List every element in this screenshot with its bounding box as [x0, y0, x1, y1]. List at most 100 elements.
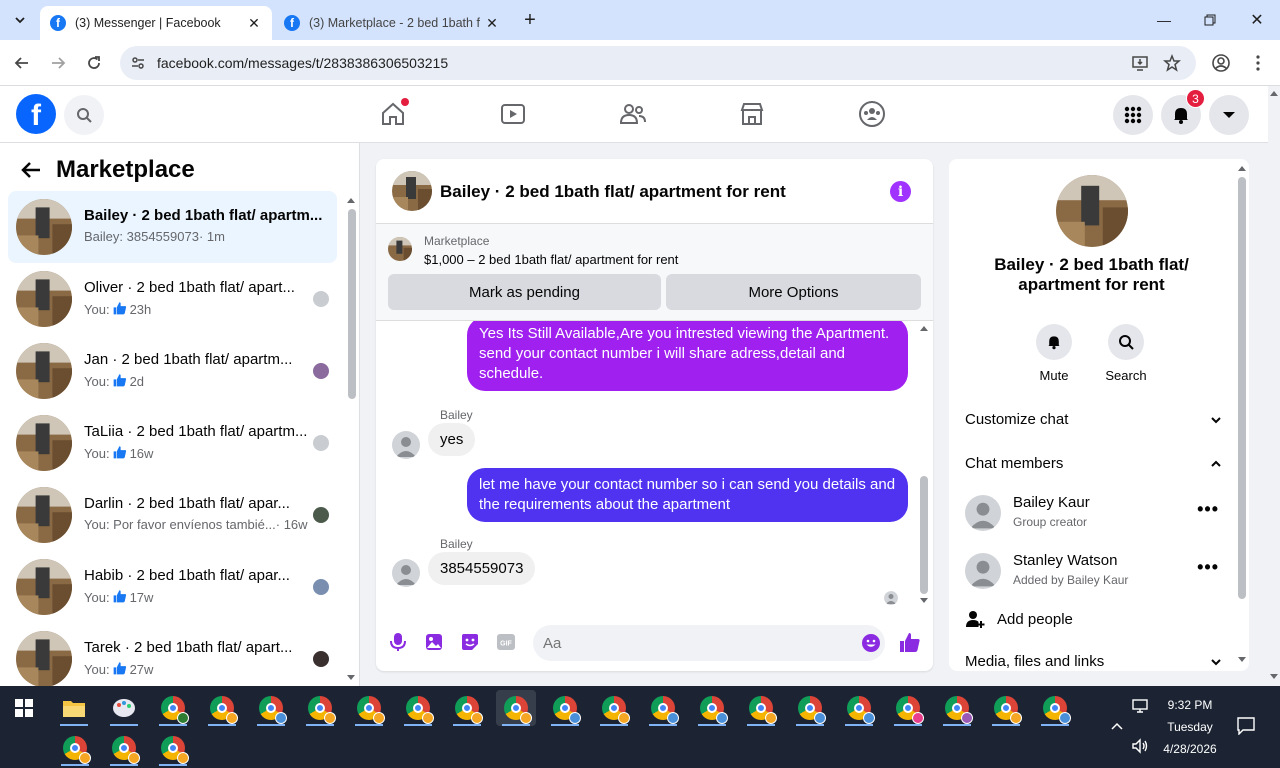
chrome-window-button[interactable] [937, 690, 977, 726]
nav-groups[interactable] [852, 96, 892, 132]
chrome-window-button[interactable] [888, 690, 928, 726]
scroll-down-arrow-icon[interactable] [1270, 674, 1278, 680]
chrome-window-button[interactable] [398, 690, 438, 726]
restore-button[interactable] [1187, 0, 1233, 40]
message-input-wrapper[interactable] [533, 625, 885, 661]
member-options-icon[interactable]: ••• [1197, 557, 1219, 578]
scroll-down-arrow-icon[interactable] [1238, 657, 1246, 663]
nav-marketplace[interactable] [732, 96, 772, 132]
menu-button[interactable] [1113, 95, 1153, 135]
scroll-up-arrow-icon[interactable] [1238, 165, 1246, 171]
customize-chat-section[interactable]: Customize chat [965, 411, 1221, 428]
sender-avatar[interactable] [392, 431, 420, 459]
account-button[interactable] [1209, 95, 1249, 135]
clock-time[interactable]: 9:32 PM [1160, 698, 1220, 712]
notifications-button[interactable]: 3 [1161, 89, 1205, 135]
chrome-window-button[interactable] [153, 690, 193, 726]
voice-clip-button[interactable] [386, 630, 410, 654]
chrome-window-button[interactable] [790, 690, 830, 726]
chrome-window-button[interactable] [1035, 690, 1075, 726]
scroll-down-arrow-icon[interactable] [920, 598, 928, 604]
back-button[interactable] [16, 155, 46, 185]
site-info-icon[interactable] [130, 55, 146, 71]
conversation-list-scrollbar[interactable] [346, 195, 356, 686]
chrome-window-button[interactable] [496, 690, 536, 726]
chrome-window-button[interactable] [104, 730, 144, 766]
chrome-window-button[interactable] [692, 690, 732, 726]
clock-day[interactable]: Tuesday [1160, 720, 1220, 734]
forward-button[interactable] [46, 51, 70, 75]
chrome-window-button[interactable] [55, 730, 95, 766]
search-in-conversation-button[interactable]: Search [1096, 324, 1156, 383]
chrome-window-button[interactable] [643, 690, 683, 726]
add-people-button[interactable]: Add people [965, 609, 1221, 629]
file-explorer-button[interactable] [54, 690, 94, 726]
conversation-item[interactable]: Bailey · 2 bed 1bath flat/ apartm... Bail… [8, 191, 337, 263]
conversation-avatar[interactable] [1056, 175, 1128, 247]
scroll-down-arrow-icon[interactable] [347, 675, 355, 681]
member-avatar[interactable] [965, 495, 1001, 531]
gif-button[interactable]: GIF [494, 630, 518, 654]
profile-button[interactable] [1209, 51, 1233, 75]
chrome-window-button[interactable] [594, 690, 634, 726]
send-like-button[interactable] [898, 630, 922, 654]
page-scrollbar[interactable] [1268, 86, 1280, 686]
chrome-window-button[interactable] [349, 690, 389, 726]
emoji-icon[interactable] [861, 633, 881, 653]
volume-button[interactable] [1122, 728, 1158, 764]
incoming-message[interactable]: yes [428, 423, 476, 456]
minimize-button[interactable]: — [1141, 0, 1187, 40]
chrome-window-button[interactable] [251, 690, 291, 726]
chrome-window-button[interactable] [839, 690, 879, 726]
close-tab-icon[interactable]: ✕ [246, 15, 262, 32]
conversation-info-button[interactable]: i [890, 181, 911, 202]
chat-avatar[interactable] [392, 171, 432, 211]
scrollbar-thumb[interactable] [1238, 177, 1246, 599]
scroll-up-arrow-icon[interactable] [920, 325, 928, 331]
nav-friends[interactable] [613, 96, 653, 132]
back-button[interactable] [10, 51, 34, 75]
mute-circle[interactable] [1036, 324, 1072, 360]
chat-member[interactable]: Bailey Kaur Group creator ••• [965, 491, 1221, 539]
message-input[interactable] [543, 625, 843, 661]
chrome-window-button[interactable] [986, 690, 1026, 726]
browser-menu-button[interactable] [1246, 51, 1270, 75]
tab-search-dropdown[interactable] [8, 8, 32, 32]
bookmark-star-icon[interactable] [1163, 54, 1181, 72]
outgoing-message[interactable]: Yes Its Still Available,Are you intreste… [467, 321, 908, 391]
more-options-button[interactable]: More Options [666, 274, 921, 310]
chrome-window-button[interactable] [202, 690, 242, 726]
nav-video[interactable] [493, 96, 533, 132]
chrome-window-button[interactable] [545, 690, 585, 726]
attach-photo-button[interactable] [422, 630, 446, 654]
scroll-up-arrow-icon[interactable] [347, 197, 355, 203]
conversation-item[interactable]: Darlin · 2 bed 1bath flat/ apar... You: P… [8, 479, 337, 551]
incoming-message[interactable]: 3854559073 [428, 552, 536, 585]
member-options-icon[interactable]: ••• [1197, 499, 1219, 520]
conversation-item[interactable]: Habib · 2 bed 1bath flat/ apar... You: 17w [8, 551, 337, 623]
conversation-item[interactable]: Jan · 2 bed 1bath flat/ apartm... You: 2d [8, 335, 337, 407]
sender-avatar[interactable] [392, 559, 420, 587]
details-scrollbar[interactable] [1236, 163, 1248, 669]
new-tab-button[interactable]: + [518, 8, 542, 32]
chrome-window-button[interactable] [153, 730, 193, 766]
address-bar[interactable]: facebook.com/messages/t/2838386306503215 [120, 46, 1196, 80]
close-window-button[interactable]: ✕ [1234, 0, 1280, 40]
scrollbar-thumb[interactable] [920, 476, 928, 594]
paint-app-button[interactable] [104, 690, 144, 726]
media-files-links-section[interactable]: Media, files and links [965, 653, 1221, 670]
clock-date[interactable]: 4/28/2026 [1156, 742, 1224, 756]
member-avatar[interactable] [965, 553, 1001, 589]
facebook-logo[interactable]: f [16, 94, 56, 134]
scrollbar-thumb[interactable] [348, 209, 356, 399]
install-app-icon[interactable] [1131, 54, 1149, 72]
facebook-search-button[interactable] [64, 95, 104, 135]
message-scrollbar[interactable] [917, 321, 931, 609]
chat-member[interactable]: Stanley Watson Added by Bailey Kaur ••• [965, 549, 1221, 597]
chat-title[interactable]: Bailey · 2 bed 1bath flat/ apartment for… [440, 182, 786, 202]
search-circle[interactable] [1108, 324, 1144, 360]
mute-button[interactable]: Mute [1024, 324, 1084, 383]
notification-center-button[interactable] [1228, 708, 1264, 744]
nav-home[interactable] [373, 96, 413, 132]
chrome-window-button[interactable] [300, 690, 340, 726]
